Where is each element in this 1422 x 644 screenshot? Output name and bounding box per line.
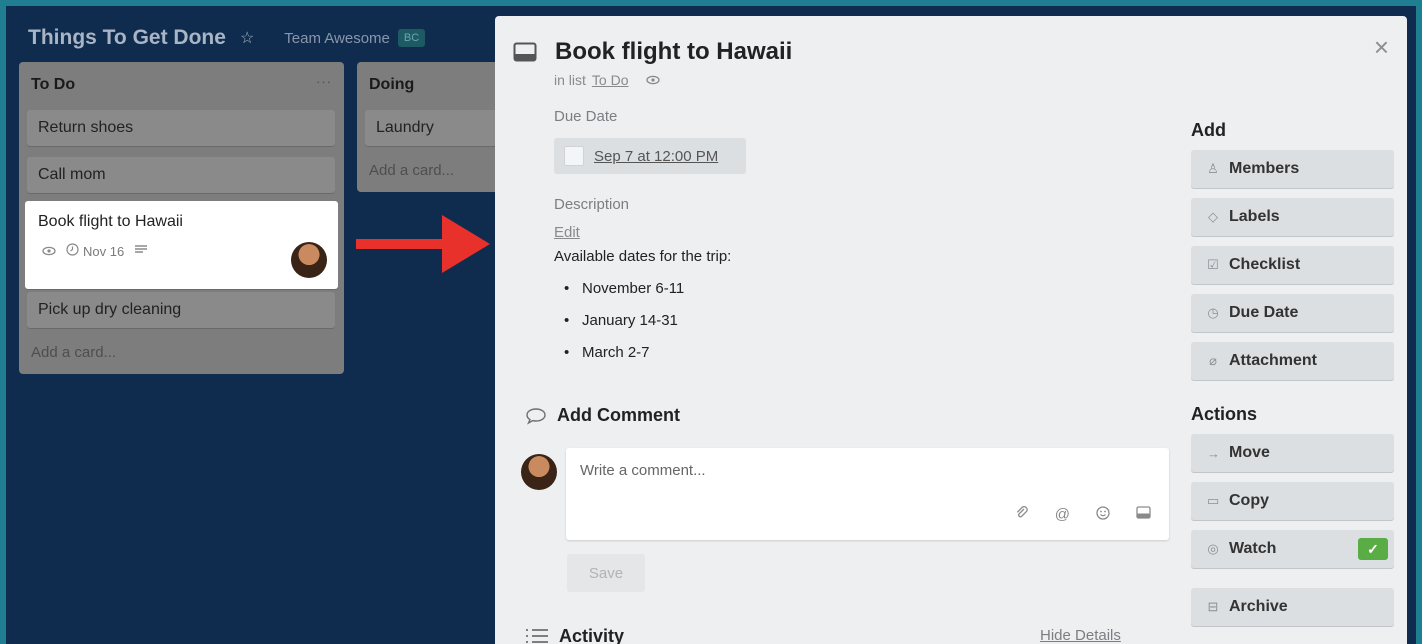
tag-icon: ◇ [1208, 209, 1218, 224]
team-name[interactable]: Team Awesome [284, 30, 390, 47]
attachment-label: Attachment [1229, 352, 1318, 369]
card-laundry[interactable]: Laundry [365, 110, 515, 146]
screenshot-frame: Things To Get Done ☆ Team Awesome BC To … [6, 6, 1416, 644]
activity-icon [526, 628, 548, 643]
list-item: January 14-31 [564, 312, 684, 344]
activity-label: Activity [559, 626, 625, 644]
member-avatar[interactable] [291, 242, 327, 278]
attachment-button[interactable]: ⌀ Attachment [1191, 342, 1394, 380]
card-return-shoes[interactable]: Return shoes [27, 110, 335, 146]
arrow-right-icon: → [1207, 445, 1220, 461]
card-title-heading[interactable]: Book flight to Hawaii [555, 38, 792, 66]
clock-icon [66, 243, 79, 259]
close-icon[interactable]: × [1374, 34, 1389, 60]
due-date-box[interactable]: Sep 7 at 12:00 PM [554, 138, 746, 174]
list-doing: Doing Laundry Add a card... [357, 62, 517, 192]
save-comment-button[interactable]: Save [567, 554, 645, 592]
board-title[interactable]: Things To Get Done [28, 26, 226, 50]
description-icon [134, 244, 148, 259]
copy-label: Copy [1229, 492, 1269, 509]
comment-input[interactable]: Write a comment... @ [566, 448, 1169, 540]
list-title[interactable]: Doing [369, 76, 414, 94]
move-button[interactable]: → Move [1191, 434, 1394, 472]
add-card-link[interactable]: Add a card... [369, 162, 454, 179]
clock-icon: ◷ [1207, 305, 1219, 320]
archive-label: Archive [1229, 598, 1288, 615]
comment-icon [526, 407, 546, 425]
person-icon: ♙ [1207, 161, 1219, 176]
watch-icon [646, 72, 661, 88]
star-icon[interactable]: ☆ [240, 28, 254, 48]
eye-icon: ◎ [1207, 541, 1219, 556]
mention-icon[interactable]: @ [1055, 506, 1070, 524]
hide-details-link[interactable]: Hide Details [1040, 627, 1121, 644]
card-badges: Nov 16 [42, 243, 148, 259]
due-date-button[interactable]: ◷ Due Date [1191, 294, 1394, 332]
card-icon: ▭ [1207, 493, 1220, 508]
description-text: Available dates for the trip: [554, 248, 732, 265]
checklist-label: Checklist [1229, 256, 1301, 273]
in-list-link[interactable]: To Do [592, 72, 629, 88]
attachment-icon[interactable] [1015, 506, 1029, 524]
add-comment-heading: Add Comment [525, 405, 680, 426]
card-icon [513, 42, 537, 62]
watch-label: Watch [1229, 540, 1277, 557]
list-item: November 6-11 [564, 280, 684, 312]
board-header: Things To Get Done ☆ Team Awesome BC [28, 22, 426, 54]
archive-button[interactable]: ⊟ Archive [1191, 588, 1394, 626]
list-item: March 2-7 [564, 344, 684, 376]
add-comment-label: Add Comment [557, 405, 680, 425]
card-book-flight[interactable]: Book flight to Hawaii Nov 16 [25, 201, 338, 289]
move-label: Move [1229, 444, 1270, 461]
members-button[interactable]: ♙ Members [1191, 150, 1394, 188]
add-card-link[interactable]: Add a card... [31, 344, 116, 361]
due-complete-checkbox[interactable] [564, 146, 584, 166]
card-link-icon[interactable] [1136, 506, 1151, 524]
current-user-avatar[interactable] [521, 454, 557, 490]
copy-button[interactable]: ▭ Copy [1191, 482, 1394, 520]
card-pick-up-dry-cleaning[interactable]: Pick up dry cleaning [27, 292, 335, 328]
red-arrow-annotation [356, 215, 490, 273]
labels-button[interactable]: ◇ Labels [1191, 198, 1394, 236]
card-detail-modal: Book flight to Hawaii × in list To Do Du… [495, 16, 1407, 644]
due-date-value[interactable]: Sep 7 at 12:00 PM [594, 148, 718, 165]
in-list-line: in list To Do [554, 72, 661, 88]
emoji-icon[interactable] [1096, 506, 1110, 524]
card-call-mom[interactable]: Call mom [27, 157, 335, 193]
checklist-icon: ☑ [1207, 257, 1219, 272]
due-badge: Nov 16 [83, 243, 125, 259]
card-title: Book flight to Hawaii [38, 213, 183, 230]
checklist-button[interactable]: ☑ Checklist [1191, 246, 1394, 284]
team-badge: BC [397, 29, 426, 47]
edit-description-link[interactable]: Edit [554, 224, 580, 241]
due-date-label: Due Date [554, 108, 618, 125]
watch-icon [42, 244, 56, 259]
watch-checkmark-icon: ✓ [1358, 538, 1388, 560]
comment-placeholder: Write a comment... [580, 462, 706, 479]
in-list-prefix: in list [554, 72, 586, 88]
description-list: November 6-11 January 14-31 March 2-7 [564, 280, 684, 376]
list-title[interactable]: To Do [31, 76, 75, 94]
due-date-label: Due Date [1229, 304, 1299, 321]
description-label: Description [554, 196, 630, 213]
activity-heading: Activity [525, 626, 624, 644]
archive-icon: ⊟ [1207, 599, 1219, 614]
paperclip-icon: ⌀ [1209, 353, 1217, 368]
list-to-do: To Do ··· Return shoes Call mom Book fli… [19, 62, 344, 374]
watch-button[interactable]: ◎ Watch ✓ [1191, 530, 1394, 568]
add-heading: Add [1191, 120, 1226, 140]
list-menu-icon[interactable]: ··· [316, 74, 332, 89]
members-label: Members [1229, 160, 1300, 177]
comment-tools: @ [1015, 506, 1151, 524]
actions-heading: Actions [1191, 404, 1258, 424]
labels-label: Labels [1229, 208, 1280, 225]
